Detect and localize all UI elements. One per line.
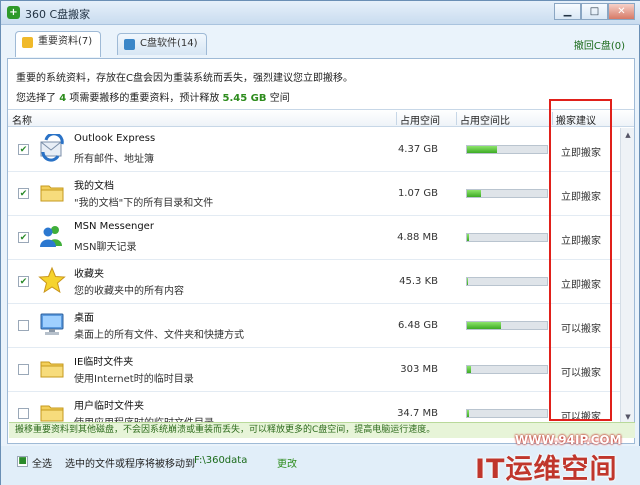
maximize-button[interactable]: □ — [581, 3, 608, 20]
restore-c-drive-link[interactable]: 撤回C盘(0) — [574, 37, 625, 52]
table-row[interactable]: IE临时文件夹 使用Internet时的临时目录 303 MB 可以搬家 — [8, 348, 620, 392]
star-icon — [38, 266, 66, 294]
selected-count: 4 — [59, 93, 67, 104]
main-panel: 重要的系统资料，存放在C盘会因为重装系统而丢失，强烈建议您立即搬移。 您选择了 … — [7, 58, 635, 444]
item-name: 用户临时文件夹 — [74, 401, 144, 412]
usage-bar — [466, 277, 548, 286]
usage-bar — [466, 409, 548, 418]
folder-icon — [22, 37, 33, 48]
app-window: + 360 C盘搬家 ▁ □ ✕ 重要资料(7) C盘软件(14) 撤回C盘(0… — [0, 0, 640, 485]
description-line-1: 重要的系统资料，存放在C盘会因为重装系统而丢失，强烈建议您立即搬移。 — [16, 73, 353, 84]
tab-important-data[interactable]: 重要资料(7) — [15, 31, 102, 57]
item-size: 34.7 MB — [397, 408, 438, 419]
tab-label: C盘软件(14) — [140, 38, 198, 49]
row-checkbox[interactable] — [18, 408, 29, 419]
item-size: 4.37 GB — [397, 144, 438, 155]
desc-suffix: 空间 — [269, 93, 290, 104]
advice-column-highlight — [549, 99, 612, 421]
desc-prefix: 您选择了 — [16, 93, 56, 104]
folder-icon — [40, 405, 64, 422]
table-row[interactable]: ✔ 我的文档 "我的文档"下的所有目录和文件 1.07 GB 立即搬家 — [8, 172, 620, 216]
item-description: 您的收藏夹中的所有内容 — [74, 286, 184, 297]
table-row[interactable]: ✔ MSN Messenger MSN聊天记录 4.88 MB 立即搬家 — [8, 216, 620, 260]
usage-bar-fill — [467, 366, 471, 373]
usage-bar-fill — [467, 146, 498, 153]
msn-messenger-icon — [40, 226, 62, 247]
outlook-express-icon — [40, 134, 64, 162]
item-name: Outlook Express — [74, 133, 156, 144]
vertical-scrollbar[interactable]: ▲ ▼ — [620, 128, 634, 424]
table-row[interactable]: ✔ Outlook Express 所有邮件、地址簿 4.37 GB 立即搬家 — [8, 128, 620, 172]
column-separator[interactable] — [396, 112, 397, 125]
close-button[interactable]: ✕ — [608, 3, 635, 20]
row-checkbox[interactable]: ✔ — [18, 188, 29, 199]
row-checkbox[interactable]: ✔ — [18, 276, 29, 287]
desktop-computer-icon — [40, 313, 64, 335]
item-size: 1.07 GB — [397, 188, 438, 199]
item-size: 6.48 GB — [397, 320, 438, 331]
item-description: MSN聊天记录 — [74, 242, 137, 253]
usage-bar — [466, 145, 548, 154]
item-size: 4.88 MB — [397, 232, 438, 243]
tab-label: 重要资料(7) — [38, 36, 93, 47]
description-line-2: 您选择了 4 项需要搬移的重要资料，预计释放 5.45 GB 空间 — [16, 89, 290, 104]
scroll-up-arrow-icon[interactable]: ▲ — [622, 129, 634, 141]
item-name: 我的文档 — [74, 181, 114, 192]
usage-bar — [466, 365, 548, 374]
item-name: 收藏夹 — [74, 269, 104, 280]
item-description: 桌面上的所有文件、文件夹和快捷方式 — [74, 330, 244, 341]
column-header-size[interactable]: 占用空间 — [400, 112, 440, 127]
freed-size: 5.45 GB — [222, 93, 267, 104]
usage-bar — [466, 189, 548, 198]
usage-bar-fill — [467, 190, 482, 197]
select-all-checkbox[interactable]: ■ — [17, 456, 28, 467]
item-description: "我的文档"下的所有目录和文件 — [74, 198, 214, 209]
row-checkbox[interactable] — [18, 320, 29, 331]
item-size: 45.3 KB — [399, 276, 438, 287]
table-row[interactable]: 桌面 桌面上的所有文件、文件夹和快捷方式 6.48 GB 可以搬家 — [8, 304, 620, 348]
usage-bar-fill — [467, 410, 469, 417]
window-title: 360 C盘搬家 — [25, 8, 91, 21]
tab-c-drive-software[interactable]: C盘软件(14) — [117, 33, 207, 55]
usage-bar — [466, 321, 548, 330]
minimize-button[interactable]: ▁ — [554, 3, 581, 20]
item-name: 桌面 — [74, 313, 94, 324]
360-logo-icon: + — [7, 6, 20, 19]
row-checkbox[interactable] — [18, 364, 29, 375]
row-checkbox[interactable]: ✔ — [18, 144, 29, 155]
usage-bar — [466, 233, 548, 242]
target-path: F:\360data — [194, 455, 248, 466]
move-target-text: 选中的文件或程序将被移动到 — [65, 459, 195, 470]
watermark-url: WWW.94IP.COM — [515, 433, 622, 447]
row-checkbox[interactable]: ✔ — [18, 232, 29, 243]
select-all-label[interactable]: 全选 — [32, 455, 52, 470]
folder-icon — [40, 361, 64, 378]
tab-bar: 重要资料(7) C盘软件(14) 撤回C盘(0) — [1, 25, 640, 59]
column-header-name[interactable]: 名称 — [12, 112, 32, 127]
folder-icon — [40, 185, 64, 202]
item-description: 使用Internet时的临时目录 — [74, 374, 194, 385]
site-watermark: WWW.94IP.COM IT运维空间 — [451, 429, 639, 485]
software-icon — [124, 39, 135, 50]
item-list: ✔ Outlook Express 所有邮件、地址簿 4.37 GB 立即搬家 … — [8, 128, 620, 424]
usage-bar-fill — [467, 278, 468, 285]
table-row[interactable]: 用户临时文件夹 使用应用程序时的临时文件目录 34.7 MB 可以搬家 — [8, 392, 620, 424]
title-bar[interactable]: + 360 C盘搬家 ▁ □ ✕ — [1, 1, 640, 25]
table-row[interactable]: ✔ 收藏夹 您的收藏夹中的所有内容 45.3 KB 立即搬家 — [8, 260, 620, 304]
item-description: 所有邮件、地址簿 — [74, 154, 154, 165]
desc-mid: 项需要搬移的重要资料，预计释放 — [69, 93, 220, 104]
watermark-text: IT运维空间 — [475, 454, 618, 485]
item-size: 303 MB — [400, 364, 438, 375]
usage-bar-fill — [467, 322, 502, 329]
change-path-link[interactable]: 更改 — [277, 455, 297, 470]
item-name: IE临时文件夹 — [74, 357, 134, 368]
column-separator[interactable] — [456, 112, 457, 125]
usage-bar-fill — [467, 234, 469, 241]
table-header: 名称 占用空间 占用空间比 搬家建议 — [8, 109, 634, 127]
item-name: MSN Messenger — [74, 221, 154, 232]
column-header-ratio[interactable]: 占用空间比 — [460, 112, 510, 127]
